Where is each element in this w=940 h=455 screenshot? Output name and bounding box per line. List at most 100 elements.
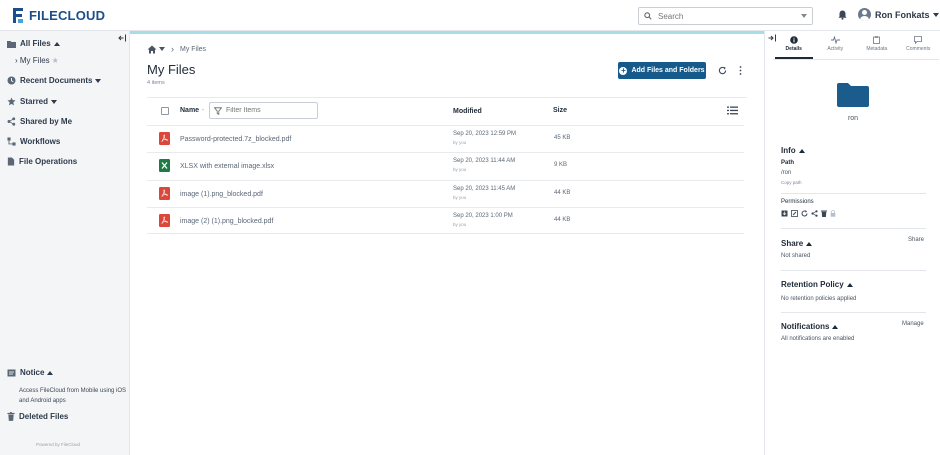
sidebar-item-label: Workflows [20,137,61,146]
sort-icon[interactable]: - [202,107,204,114]
chevron-up-icon [832,324,839,329]
share-icon [811,210,818,217]
filter-input[interactable] [226,107,316,114]
sidebar-item-shared-by-me[interactable]: Shared by Me [7,117,72,126]
chevron-down-icon [932,12,939,17]
section-title: Share [781,239,804,248]
search-dropdown-icon[interactable] [801,14,807,18]
info-section-toggle[interactable]: Info [781,146,805,155]
file-author: by you [453,195,467,200]
divider [781,312,926,313]
column-header-size[interactable]: Size [553,107,567,114]
sidebar-item-file-operations[interactable]: File Operations [7,157,77,166]
chevron-up-icon [846,282,853,287]
user-name: Ron Fonkats [875,9,930,20]
breadcrumb-current[interactable]: My Files [180,46,206,53]
path-value: /ron [781,170,792,176]
chevron-down-icon[interactable] [159,47,165,51]
plus-icon: + [619,65,628,75]
file-size: 44 KB [554,217,571,223]
file-author: by you [453,222,467,227]
item-count: 4 items [147,80,165,86]
file-name[interactable]: Password-protected.7z_blocked.pdf [180,136,291,143]
path-label: Path [781,160,795,166]
manage-link[interactable]: Manage [902,321,924,327]
notifications-section-toggle[interactable]: Notifications [781,322,839,331]
clipboard-icon [873,36,881,44]
section-title: Retention Policy [781,280,844,289]
select-all-checkbox[interactable] [161,107,169,115]
tab-comments[interactable]: Comments [898,33,940,59]
sidebar-item-label: My Files [19,56,50,65]
chevron-down-icon [95,78,102,83]
notifications-text: All notifications are enabled [781,336,855,342]
file-name[interactable]: image (1).png_blocked.pdf [180,191,263,198]
filecloud-logo-icon [13,8,23,23]
chevron-up-icon [806,241,813,246]
sidebar-item-workflows[interactable]: Workflows [7,137,60,146]
folder-icon [837,83,869,107]
filter-icon [214,106,222,115]
tab-activity[interactable]: Activity [815,33,857,59]
sidebar-item-recent-documents[interactable]: Recent Documents [7,76,102,85]
notice-toggle[interactable]: Notice [7,368,54,377]
star-icon[interactable]: ★ [52,56,59,65]
app-name: FILECLOUD [29,8,106,23]
retention-section-toggle[interactable]: Retention Policy [781,280,853,289]
table-row[interactable]: XLSX with external image.xlsx Sep 20, 20… [147,152,744,179]
tab-details[interactable]: Details [773,33,815,59]
sidebar-item-label: Shared by Me [20,117,73,126]
notice-icon [7,369,16,376]
divider [781,228,926,229]
tab-metadata[interactable]: Metadata [856,33,898,59]
user-menu[interactable]: Ron Fonkats [858,8,939,21]
sidebar-item-label: Deleted Files [19,412,69,421]
sidebar: All Files › My Files ★ Recent Documents S… [0,31,130,455]
filter-box[interactable] [209,102,318,119]
share-link[interactable]: Share [908,237,924,243]
copy-path-link[interactable]: Copy path [781,180,802,185]
info-icon [789,36,798,44]
chevron-up-icon [798,148,805,153]
table-row[interactable]: image (1).png_blocked.pdf Sep 20, 2023 1… [147,180,744,207]
refresh-icon[interactable] [718,66,727,75]
sidebar-item-label: Recent Documents [20,76,93,85]
chevron-up-icon [47,370,54,375]
search-input[interactable] [658,11,798,21]
file-name[interactable]: XLSX with external image.xlsx [180,163,274,170]
sidebar-item-label: Starred [20,97,49,106]
file-author: by you [453,167,467,172]
file-date: Sep 20, 2023 11:45 AM [453,186,516,192]
tab-label: Metadata [866,46,888,52]
folder-icon [7,40,16,48]
table-header: Name - Modified Size [147,97,747,123]
sidebar-item-label: All Files [20,39,51,48]
column-header-modified[interactable]: Modified [453,108,482,115]
notice-title: Notice [20,368,45,377]
file-name[interactable]: image (2) (1).png_blocked.pdf [180,218,273,225]
file-icon [7,157,15,166]
add-files-button[interactable]: + Add Files and Folders [618,62,706,79]
share-section-toggle[interactable]: Share [781,239,813,248]
table-row[interactable]: image (2) (1).png_blocked.pdf Sep 20, 20… [147,207,744,234]
home-icon[interactable] [147,45,157,54]
more-options-icon[interactable] [739,66,742,75]
sidebar-item-my-files[interactable]: › My Files ★ [15,56,59,65]
bell-icon[interactable] [838,10,847,20]
share-icon [7,117,16,126]
activity-icon [830,36,840,44]
filecloud-logo[interactable]: FILECLOUD [11,7,105,24]
main-content: › My Files My Files 4 items + Add Files … [130,31,764,455]
permissions-label: Permissions [781,199,814,205]
column-header-name[interactable]: Name [180,107,199,114]
sidebar-item-starred[interactable]: Starred [7,97,58,106]
list-view-icon[interactable] [727,106,738,115]
search-box[interactable] [638,7,813,25]
collapse-sidebar-icon[interactable] [118,34,126,42]
file-size: 9 KB [554,162,568,168]
sidebar-item-all-files[interactable]: All Files [7,39,60,48]
table-row[interactable]: Password-protected.7z_blocked.pdf Sep 20… [147,125,744,152]
sidebar-item-deleted-files[interactable]: Deleted Files [7,412,68,421]
permission-icons [781,210,836,217]
file-size: 44 KB [554,190,571,196]
